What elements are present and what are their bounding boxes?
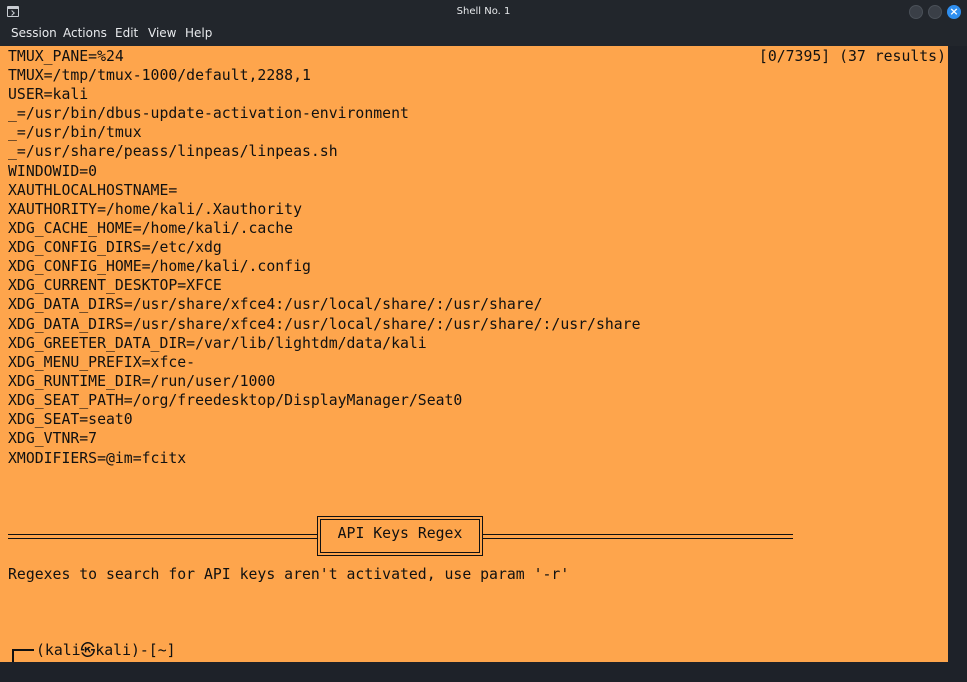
minimize-button[interactable] bbox=[909, 5, 923, 19]
search-result-counter: [0/7395] (37 results) bbox=[758, 48, 946, 65]
maximize-button[interactable] bbox=[928, 5, 942, 19]
menu-bar: Session Actions Edit View Help bbox=[0, 24, 967, 46]
output-line: XDG_MENU_PREFIX=xfce- bbox=[8, 354, 196, 371]
scrollbar[interactable] bbox=[948, 46, 967, 662]
terminal-window: Shell No. 1 × Session Actions Edit View … bbox=[0, 0, 967, 682]
section-title: API Keys Regex bbox=[337, 525, 463, 542]
output-line: _=/usr/bin/tmux bbox=[8, 124, 142, 141]
output-line: _=/usr/share/peass/linpeas/linpeas.sh bbox=[8, 143, 338, 160]
close-icon: × bbox=[949, 5, 959, 18]
tmux-status-bar bbox=[0, 662, 967, 682]
menu-actions[interactable]: Actions bbox=[63, 24, 107, 46]
output-line: XDG_DATA_DIRS=/usr/share/xfce4:/usr/loca… bbox=[8, 316, 641, 333]
output-line: XDG_CACHE_HOME=/home/kali/.cache bbox=[8, 220, 294, 237]
output-line: XDG_SEAT=seat0 bbox=[8, 411, 133, 428]
terminal-output[interactable]: [0/7395] (37 results) TMUX_PANE=%24 TMUX… bbox=[0, 46, 948, 662]
output-line: _=/usr/bin/dbus-update-activation-enviro… bbox=[8, 105, 409, 122]
output-line: XDG_CONFIG_DIRS=/etc/xdg bbox=[8, 239, 222, 256]
title-bar[interactable]: Shell No. 1 × bbox=[0, 0, 967, 24]
output-line: WINDOWID=0 bbox=[8, 163, 98, 180]
menu-session[interactable]: Session bbox=[11, 24, 57, 46]
section-message: Regexes to search for API keys aren't ac… bbox=[8, 566, 570, 583]
output-line: XDG_RUNTIME_DIR=/run/user/1000 bbox=[8, 373, 276, 390]
menu-view[interactable]: View bbox=[148, 24, 176, 46]
output-line: XDG_GREETER_DATA_DIR=/var/lib/lightdm/da… bbox=[8, 335, 427, 352]
output-line: XMODIFIERS=@im=fcitx bbox=[8, 450, 187, 467]
output-line: XAUTHORITY=/home/kali/.Xauthority bbox=[8, 201, 302, 218]
output-line: USER=kali bbox=[8, 86, 89, 103]
banner-rule-left bbox=[8, 534, 317, 539]
output-line: XDG_VTNR=7 bbox=[8, 430, 98, 447]
output-line: TMUX=/tmp/tmux-1000/default,2288,1 bbox=[8, 67, 311, 84]
banner-rule-right bbox=[483, 534, 793, 539]
prompt-user-host: (kali㉿kali)-[~] bbox=[36, 642, 176, 659]
output-line: XAUTHLOCALHOSTNAME= bbox=[8, 182, 178, 199]
output-line: XDG_CONFIG_HOME=/home/kali/.config bbox=[8, 258, 311, 275]
close-button[interactable]: × bbox=[947, 5, 961, 19]
output-line: XDG_SEAT_PATH=/org/freedesktop/DisplayMa… bbox=[8, 392, 463, 409]
output-line: XDG_CURRENT_DESKTOP=XFCE bbox=[8, 277, 222, 294]
window-title: Shell No. 1 bbox=[456, 6, 511, 17]
menu-edit[interactable]: Edit bbox=[115, 24, 138, 46]
menu-help[interactable]: Help bbox=[185, 24, 212, 46]
output-line: TMUX_PANE=%24 bbox=[8, 48, 124, 65]
section-banner: API Keys Regex bbox=[317, 516, 483, 556]
output-line: XDG_DATA_DIRS=/usr/share/xfce4:/usr/loca… bbox=[8, 296, 543, 313]
